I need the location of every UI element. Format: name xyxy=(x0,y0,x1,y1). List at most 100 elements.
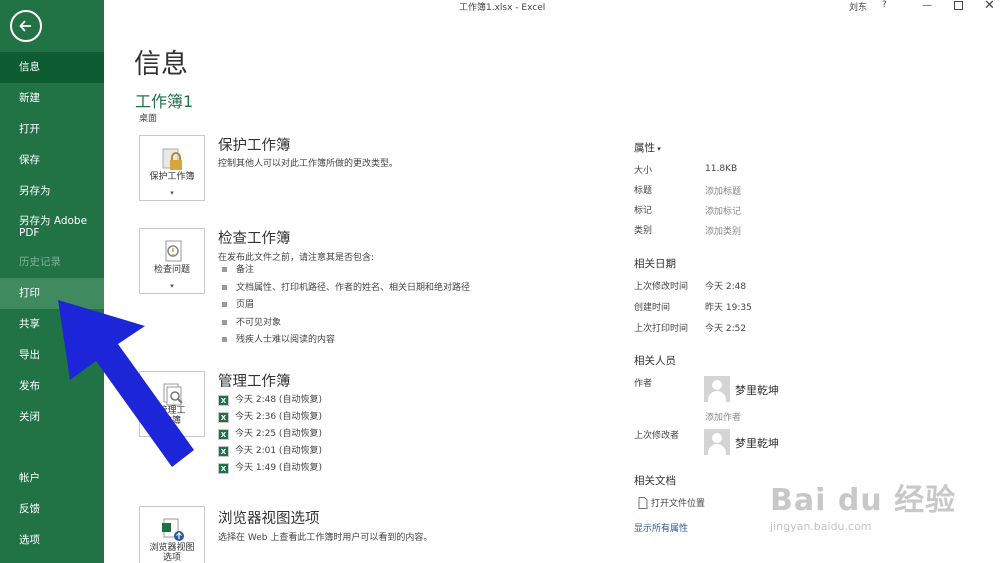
nav-new[interactable]: 新建 xyxy=(0,83,104,114)
nav-save-as-adobe-pdf[interactable]: 另存为 Adobe PDF xyxy=(0,207,104,247)
prop-title-label: 标题 xyxy=(634,186,653,196)
properties-heading[interactable]: 属性 ▾ xyxy=(634,140,661,155)
nav-export[interactable]: 导出 xyxy=(0,340,104,371)
protect-workbook-label: 保护工作簿 xyxy=(149,172,195,182)
title-bar: 工作簿1.xlsx - Excel 刘东 ? — ✕ xyxy=(104,0,1000,14)
version-item[interactable]: X 今天 2:36 (自动恢复) xyxy=(218,409,322,426)
browser-section-desc: 选择在 Web 上查看此工作簿时用户可以看到的内容。 xyxy=(218,533,433,543)
version-item[interactable]: X 今天 2:48 (自动恢复) xyxy=(218,392,322,409)
add-author-link[interactable]: 添加作者 xyxy=(705,410,741,423)
nav-close[interactable]: 关闭 xyxy=(0,402,104,433)
version-label: 今天 2:25 (自动恢复) xyxy=(235,429,322,439)
nav-save-as-adobe-pdf-line2: PDF xyxy=(19,227,40,239)
date-label: 创建时间 xyxy=(634,303,671,313)
nav-options[interactable]: 选项 xyxy=(0,525,104,556)
inspect-section-title: 检查工作簿 xyxy=(218,231,291,247)
nav-save[interactable]: 保存 xyxy=(0,145,104,176)
author-name[interactable]: 梦里乾坤 xyxy=(735,382,779,398)
open-file-location-link[interactable]: 打开文件位置 xyxy=(638,496,705,509)
manage-workbook-label-line1: 管理工 xyxy=(158,406,186,416)
last-modified-by-name[interactable]: 梦里乾坤 xyxy=(735,435,779,451)
prop-tags-value[interactable]: 添加标记 xyxy=(705,204,741,217)
author-label: 作者 xyxy=(634,379,653,389)
browser-view-icon xyxy=(162,518,184,541)
related-documents-heading: 相关文档 xyxy=(634,475,676,487)
properties-heading-label: 属性 xyxy=(634,142,655,154)
date-value: 今天 2:48 xyxy=(705,282,747,292)
browser-section-title: 浏览器视图选项 xyxy=(218,511,320,527)
list-item: 不可见对象 xyxy=(222,317,470,335)
back-arrow-icon xyxy=(19,20,31,32)
last-modified-by-label: 上次修改者 xyxy=(634,431,680,441)
nav-account[interactable]: 帐户 xyxy=(0,463,104,494)
date-label: 上次打印时间 xyxy=(634,324,689,334)
manage-workbook-label-line2: 作簿 xyxy=(162,416,181,426)
nav-save-as-adobe-pdf-line1: 另存为 Adobe xyxy=(19,215,88,227)
workbook-name: 工作簿1 xyxy=(135,92,194,111)
version-list: X 今天 2:48 (自动恢复) X 今天 2:36 (自动恢复) X 今天 2:25… xyxy=(218,392,322,477)
version-item[interactable]: X 今天 2:25 (自动恢复) xyxy=(218,426,322,443)
open-file-location-label: 打开文件位置 xyxy=(651,499,706,509)
show-all-properties-link[interactable]: 显示所有属性 xyxy=(634,521,688,534)
version-label: 今天 2:48 (自动恢复) xyxy=(235,395,322,405)
version-label: 今天 1:49 (自动恢复) xyxy=(235,463,322,473)
backstage-nav: 信息 新建 打开 保存 另存为 另存为 Adobe PDF 历史记录 打印 共享… xyxy=(0,52,104,556)
backstage-sidebar: 信息 新建 打开 保存 另存为 另存为 Adobe PDF 历史记录 打印 共享… xyxy=(0,0,104,563)
nav-print[interactable]: 打印 xyxy=(0,278,104,309)
nav-publish[interactable]: 发布 xyxy=(0,371,104,402)
manage-section-title: 管理工作簿 xyxy=(218,374,291,390)
excel-file-icon: X xyxy=(218,446,229,457)
list-item: 页眉 xyxy=(222,299,470,317)
minimize-button[interactable]: — xyxy=(922,0,932,11)
prop-tags-label: 标记 xyxy=(634,206,653,216)
avatar xyxy=(704,429,730,455)
prop-size-label: 大小 xyxy=(634,166,653,176)
check-issues-button[interactable]: 检查问题 ▾ xyxy=(139,228,205,294)
protect-section-title: 保护工作簿 xyxy=(218,138,291,154)
manage-workbook-label: 管理工 作簿 xyxy=(140,406,204,426)
nav-save-as[interactable]: 另存为 xyxy=(0,176,104,207)
window-title: 工作簿1.xlsx - Excel xyxy=(459,3,546,13)
chevron-down-icon: ▾ xyxy=(170,189,174,197)
version-item[interactable]: X 今天 1:49 (自动恢复) xyxy=(218,460,322,477)
browser-view-options-button[interactable]: 浏览器视图 选项 xyxy=(139,506,205,563)
lock-icon xyxy=(162,148,182,170)
browser-view-options-label-line1: 浏览器视图 xyxy=(149,543,195,553)
manage-workbook-button[interactable]: 管理工 作簿 xyxy=(139,371,205,437)
back-button[interactable] xyxy=(10,10,42,42)
prop-category-value[interactable]: 添加类别 xyxy=(705,224,741,237)
date-value: 今天 2:52 xyxy=(705,324,747,334)
nav-separator xyxy=(0,433,104,463)
inspect-bullet-list: 备注 文档属性、打印机路径、作者的姓名、相关日期和绝对路径 页眉 不可见对象 残… xyxy=(222,264,470,352)
watermark-url: jingyan.baidu.com xyxy=(770,520,872,533)
protect-workbook-button[interactable]: 保护工作簿 ▾ xyxy=(139,135,205,201)
related-dates-heading: 相关日期 xyxy=(634,258,676,270)
avatar xyxy=(704,376,730,402)
document-icon xyxy=(638,496,648,509)
browser-view-options-label-line2: 选项 xyxy=(162,553,181,563)
nav-open[interactable]: 打开 xyxy=(0,114,104,145)
close-button[interactable]: ✕ xyxy=(984,0,995,13)
protect-section-desc: 控制其他人可以对此工作簿所做的更改类型。 xyxy=(218,159,399,169)
prop-size-value: 11.8KB xyxy=(705,164,738,174)
maximize-button[interactable] xyxy=(954,1,963,10)
version-label: 今天 2:01 (自动恢复) xyxy=(235,446,322,456)
list-item: 文档属性、打印机路径、作者的姓名、相关日期和绝对路径 xyxy=(222,282,470,300)
nav-feedback[interactable]: 反馈 xyxy=(0,494,104,525)
help-button[interactable]: ? xyxy=(882,0,887,10)
chevron-down-icon: ▾ xyxy=(170,282,174,290)
browser-view-options-label: 浏览器视图 选项 xyxy=(140,543,204,563)
inspect-document-icon xyxy=(165,240,182,262)
manage-workbook-icon xyxy=(163,383,183,406)
nav-info[interactable]: 信息 xyxy=(0,52,104,83)
chevron-down-icon: ▾ xyxy=(655,145,661,153)
signed-in-user[interactable]: 刘东 xyxy=(849,0,867,13)
version-label: 今天 2:36 (自动恢复) xyxy=(235,412,322,422)
prop-title-value[interactable]: 添加标题 xyxy=(705,184,741,197)
inspect-section-desc: 在发布此文件之前，请注意其是否包含: xyxy=(218,253,375,263)
nav-share[interactable]: 共享 xyxy=(0,309,104,340)
page-title: 信息 xyxy=(134,49,188,80)
date-value: 昨天 19:35 xyxy=(705,303,752,313)
date-label: 上次修改时间 xyxy=(634,282,689,292)
version-item[interactable]: X 今天 2:01 (自动恢复) xyxy=(218,443,322,460)
